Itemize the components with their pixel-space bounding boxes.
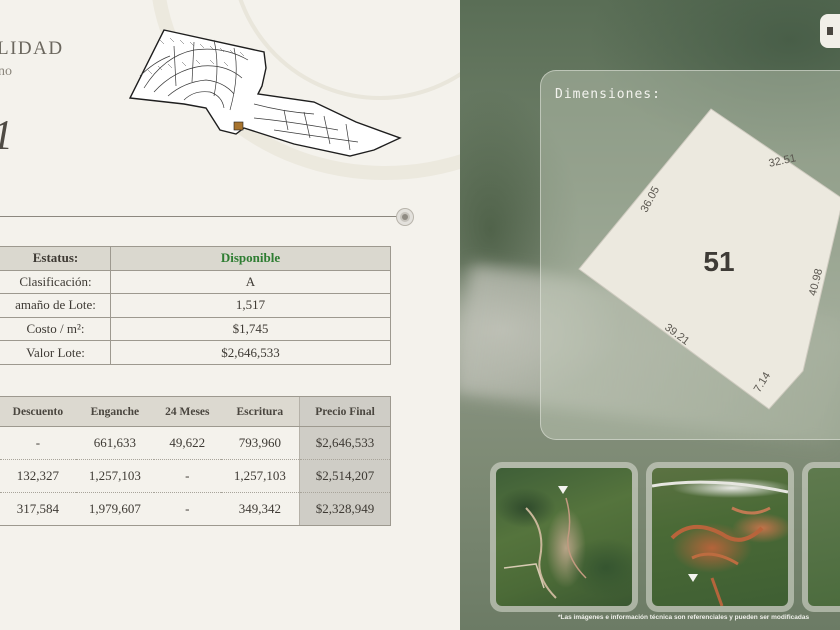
location-marker-icon [688, 574, 698, 582]
table-row: 132,327 1,257,103 - 1,257,103 $2,514,207 [0, 459, 391, 493]
dimensions-card: Dimensiones: 51 36.05 32.51 40.98 7.14 3… [540, 70, 840, 440]
discount-cell: - [0, 426, 76, 460]
lot-label: 51 [703, 246, 734, 277]
classification-value: A [110, 269, 391, 295]
deed-cell: 349,342 [220, 492, 300, 526]
photo-gallery [490, 462, 840, 612]
gallery-thumbnail[interactable] [646, 462, 794, 612]
payment-plans-table: Descuento Enganche 24 Meses Escritura Pr… [0, 396, 391, 526]
col-header-deed: Escritura [220, 396, 300, 427]
table-header-row: Descuento Enganche 24 Meses Escritura Pr… [0, 396, 391, 427]
gallery-thumbnail[interactable] [490, 462, 638, 612]
status-row: Estatus: Disponible [0, 246, 391, 271]
lot-size-label: amaño de Lote: [0, 293, 111, 318]
months-cell: 49,622 [153, 426, 221, 460]
lot-status-table: Estatus: Disponible Clasificación: A ama… [0, 246, 391, 365]
months-cell: - [153, 492, 221, 526]
aerial-photo [808, 468, 840, 606]
lot-shape-diagram: 51 36.05 32.51 40.98 7.14 39.21 [578, 108, 840, 410]
lot-number: 1 [0, 112, 13, 160]
deed-cell: 793,960 [220, 426, 300, 460]
downpayment-cell: 661,633 [75, 426, 154, 460]
months-cell: - [153, 459, 221, 493]
lot-info-panel: LIDAD no 1 [0, 0, 460, 630]
aerial-photo [652, 468, 788, 606]
classification-label: Clasificación: [0, 269, 111, 295]
cost-label: Costo / m²: [0, 316, 111, 342]
lot-size-row: amaño de Lote: 1,517 [0, 293, 391, 318]
lot-value-value: $2,646,533 [110, 340, 391, 365]
page-subtitle: no [0, 64, 12, 79]
aerial-photo [496, 468, 632, 606]
discount-cell: 132,327 [0, 459, 76, 493]
table-row: 317,584 1,979,607 - 349,342 $2,328,949 [0, 492, 391, 526]
table-row: - 661,633 49,622 793,960 $2,646,533 [0, 426, 391, 460]
downpayment-cell: 1,979,607 [75, 492, 154, 526]
col-header-24-months: 24 Meses [153, 396, 221, 427]
col-header-final-price: Precio Final [299, 396, 391, 427]
status-label: Estatus: [0, 246, 111, 271]
lot-visual-panel: Dimensiones: 51 36.05 32.51 40.98 7.14 3… [460, 0, 840, 630]
corner-button-icon[interactable] [820, 14, 840, 48]
gallery-thumbnail[interactable] [802, 462, 840, 612]
deed-cell: 1,257,103 [220, 459, 300, 493]
lot-value-row: Valor Lote: $2,646,533 [0, 340, 391, 365]
col-header-discount: Descuento [0, 396, 76, 427]
discount-cell: 317,584 [0, 492, 76, 526]
slider-dot-icon[interactable] [397, 209, 413, 225]
master-plan-map[interactable] [124, 26, 404, 162]
timeline-divider [0, 216, 398, 217]
cost-value: $1,745 [110, 316, 391, 342]
disclaimer-text: *Las imágenes e información técnica son … [558, 614, 810, 621]
lot-value-label: Valor Lote: [0, 340, 111, 365]
col-header-downpayment: Enganche [75, 396, 154, 427]
final-price-cell: $2,646,533 [299, 426, 391, 460]
page-title: LIDAD [0, 38, 64, 59]
classification-row: Clasificación: A [0, 269, 391, 295]
location-marker-icon [558, 486, 568, 494]
selected-lot-marker [233, 121, 244, 131]
status-value: Disponible [110, 246, 391, 271]
downpayment-cell: 1,257,103 [75, 459, 154, 493]
cost-row: Costo / m²: $1,745 [0, 316, 391, 342]
final-price-cell: $2,328,949 [299, 492, 391, 526]
final-price-cell: $2,514,207 [299, 459, 391, 493]
lot-size-value: 1,517 [110, 293, 391, 318]
